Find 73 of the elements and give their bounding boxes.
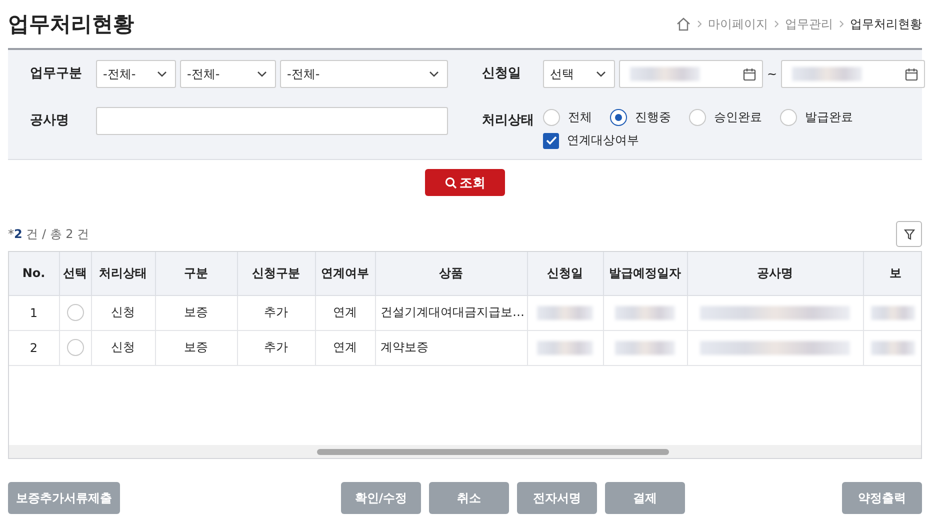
table-cell: 1	[9, 295, 59, 330]
dropdown[interactable]: -전체-	[96, 60, 176, 88]
column-header: 신청일	[527, 252, 603, 295]
table-cell: 보증	[155, 330, 237, 365]
column-header: 보	[863, 252, 921, 295]
column-header: 공사명	[687, 252, 863, 295]
field-label: 공사명	[30, 112, 70, 130]
chevron-down-icon	[257, 71, 267, 77]
column-header: 구분	[155, 252, 237, 295]
chevron-down-icon	[429, 71, 439, 77]
blurred-value	[537, 340, 593, 354]
chevron-down-icon	[596, 71, 606, 77]
action-button[interactable]: 결제	[605, 482, 685, 514]
column-header: 발급예정일자	[603, 252, 687, 295]
breadcrumb-link[interactable]: 업무처리현황	[850, 16, 922, 32]
breadcrumb-link[interactable]: 업무관리	[785, 16, 833, 32]
dropdown[interactable]: -전체-	[180, 60, 276, 88]
blurred-value	[615, 306, 675, 320]
blurred-value	[630, 67, 700, 81]
range-separator: ~	[767, 66, 778, 83]
action-button[interactable]: 취소	[429, 482, 509, 514]
radio-label: 승인완료	[714, 109, 762, 126]
radio-label: 발급완료	[805, 109, 853, 126]
dropdown[interactable]: 선택	[543, 60, 615, 88]
table-cell: 연계	[315, 295, 375, 330]
search-button[interactable]: 조회	[425, 169, 505, 196]
column-header: 처리상태	[91, 252, 155, 295]
date-field[interactable]	[619, 60, 763, 88]
date-field[interactable]	[781, 60, 926, 88]
filter-icon	[904, 228, 914, 240]
table-cell: 추가	[237, 295, 315, 330]
chevron-down-icon	[157, 71, 167, 77]
action-button[interactable]: 확인/수정	[341, 482, 421, 514]
radio-label: 전체	[568, 109, 592, 126]
action-button[interactable]: 약정출력	[842, 482, 922, 514]
dropdown[interactable]: -전체-	[280, 60, 448, 88]
action-button[interactable]: 전자서명	[517, 482, 597, 514]
field-label: 처리상태	[482, 112, 535, 130]
column-header: 연계여부	[315, 252, 375, 295]
home-icon[interactable]	[676, 17, 691, 31]
table-cell: 신청	[91, 330, 155, 365]
radio-label: 진행중	[635, 109, 671, 126]
input-field[interactable]	[96, 107, 448, 135]
table-cell: 계약보증	[375, 330, 527, 365]
table-cell: 보증	[155, 295, 237, 330]
field-label: 신청일	[482, 65, 522, 83]
calendar-icon	[905, 68, 918, 80]
column-header: 신청구분	[237, 252, 315, 295]
table-cell: 추가	[237, 330, 315, 365]
table-cell: 건설기계대여대금지급보…	[375, 295, 527, 330]
result-count: *2 건 / 총 2 건	[8, 226, 90, 242]
blurred-value	[792, 67, 862, 81]
column-header: 선택	[59, 252, 91, 295]
column-header: 상품	[375, 252, 527, 295]
blurred-value	[871, 340, 915, 354]
filter-button[interactable]	[896, 221, 922, 247]
checkbox[interactable]	[543, 132, 559, 148]
action-button[interactable]: 보증추가서류제출	[8, 482, 120, 514]
blurred-value	[871, 306, 915, 320]
field-label: 업무구분	[30, 65, 83, 83]
checkbox-label: 연계대상여부	[567, 132, 639, 149]
scrollbar-thumb[interactable]	[317, 448, 669, 454]
table-cell: 연계	[315, 330, 375, 365]
search-icon	[444, 176, 456, 188]
blurred-value	[615, 340, 675, 354]
page-title: 업무처리현황	[8, 11, 134, 38]
table-cell: 2	[9, 330, 59, 365]
radio-button[interactable]	[610, 109, 627, 126]
column-header: No.	[9, 252, 59, 295]
breadcrumb-link[interactable]: 마이페이지	[708, 16, 768, 32]
calendar-icon	[743, 68, 756, 80]
blurred-value	[537, 306, 593, 320]
table-cell: 신청	[91, 295, 155, 330]
